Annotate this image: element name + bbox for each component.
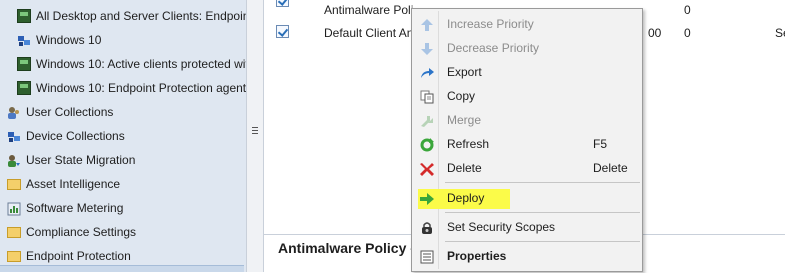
nav-selected-item[interactable] [0,265,244,272]
folder-icon [7,179,21,190]
nav-item-windows-10[interactable]: Windows 10 [17,29,101,51]
splitter-grip-icon[interactable] [252,127,258,135]
menu-item-label: Export [447,65,482,79]
nav-item-label: Compliance Settings [26,225,137,239]
delete-icon [419,161,435,176]
menu-separator [445,212,640,213]
nav-item-label: Windows 10: Endpoint Protection agent [36,81,246,95]
policy-name: Default Client An [324,26,414,40]
menu-item-label: Delete [447,161,482,175]
software-metering-icon [7,201,21,216]
menu-item-label: Copy [447,89,476,103]
menu-item-label: Merge [447,113,482,127]
nav-item-windows-10-active-clients[interactable]: Windows 10: Active clients protected wit… [17,53,246,75]
refresh-icon [419,137,435,152]
menu-item-merge[interactable]: Merge [414,109,640,131]
menu-separator [445,241,640,242]
nav-item-asset-intelligence[interactable]: Asset Intelligence [7,173,120,195]
menu-item-copy[interactable]: Copy [414,85,640,107]
menu-item-label: Decrease Priority [447,41,540,55]
nav-item-label: All Desktop and Server Clients: Endpoint… [36,9,246,23]
nav-item-compliance-settings[interactable]: Compliance Settings [7,221,136,243]
menu-item-set-security-scopes[interactable]: Set Security Scopes [414,216,640,238]
policy-value: Se [775,26,785,40]
arrow-down-icon [419,41,435,55]
policy-value: 00 [648,26,662,40]
menu-item-label: Increase Priority [447,17,534,31]
lock-icon [419,220,435,234]
merge-icon [419,113,435,127]
menu-item-decrease-priority[interactable]: Decrease Priority [414,37,640,59]
device-collections-icon [7,129,21,143]
user-state-migration-icon [7,153,21,167]
copy-icon [419,89,435,104]
menu-item-deploy[interactable]: Deploy [414,187,640,209]
folder-icon [7,227,21,238]
menu-item-increase-priority[interactable]: Increase Priority [414,13,640,35]
policy-name: Antimalware Poli [324,3,414,17]
folder-icon [7,251,21,262]
arrow-up-icon [419,17,435,31]
nav-item-software-metering[interactable]: Software Metering [7,197,123,219]
nav-item-device-collections[interactable]: Device Collections [7,125,125,147]
policy-value: 0 [684,3,691,17]
policy-value: 0 [684,26,691,40]
menu-separator [445,182,640,183]
deploy-icon [419,191,435,205]
policy-icon [276,25,289,38]
menu-item-label: Refresh [447,137,490,151]
nav-item-user-state-migration[interactable]: User State Migration [7,149,135,171]
nav-item-all-desktop-server-clients[interactable]: All Desktop and Server Clients: Endpoint… [17,5,246,27]
nav-item-label: Windows 10: Active clients protected wit… [36,57,246,71]
nav-item-label: Endpoint Protection [26,249,131,263]
device-collection-icon [17,9,31,23]
nav-item-label: User Collections [26,105,114,119]
nav-item-windows-10-endpoint-agent[interactable]: Windows 10: Endpoint Protection agent [17,77,246,99]
shortcut-label: F5 [593,137,608,151]
device-collection-icon [17,57,31,71]
nav-item-label: Asset Intelligence [26,177,121,191]
menu-item-delete[interactable]: Delete Delete [414,157,640,179]
device-collection-icon [17,33,31,47]
context-menu: Increase Priority Decrease Priority Expo… [411,8,643,272]
nav-item-label: Device Collections [26,129,125,143]
export-icon [419,65,435,79]
nav-item-label: Software Metering [26,201,124,215]
device-collection-icon [17,81,31,95]
menu-item-label: Set Security Scopes [447,220,556,234]
menu-item-label: Properties [447,249,507,263]
properties-icon [419,249,435,264]
menu-item-refresh[interactable]: Refresh F5 [414,133,640,155]
menu-item-label: Deploy [447,191,485,205]
shortcut-label: Delete [593,161,628,175]
menu-item-export[interactable]: Export [414,61,640,83]
nav-item-label: Windows 10 [36,33,102,47]
nav-item-user-collections[interactable]: User Collections [7,101,113,123]
pane-splitter[interactable] [246,0,264,272]
menu-item-properties[interactable]: Properties [414,245,640,267]
navigation-pane: All Desktop and Server Clients: Endpoint… [0,0,246,272]
user-collections-icon [7,105,21,119]
nav-item-label: User State Migration [26,153,136,167]
policy-icon [276,0,289,7]
nav-item-endpoint-protection[interactable]: Endpoint Protection [7,245,131,267]
details-title: Antimalware Policy - [278,240,415,256]
